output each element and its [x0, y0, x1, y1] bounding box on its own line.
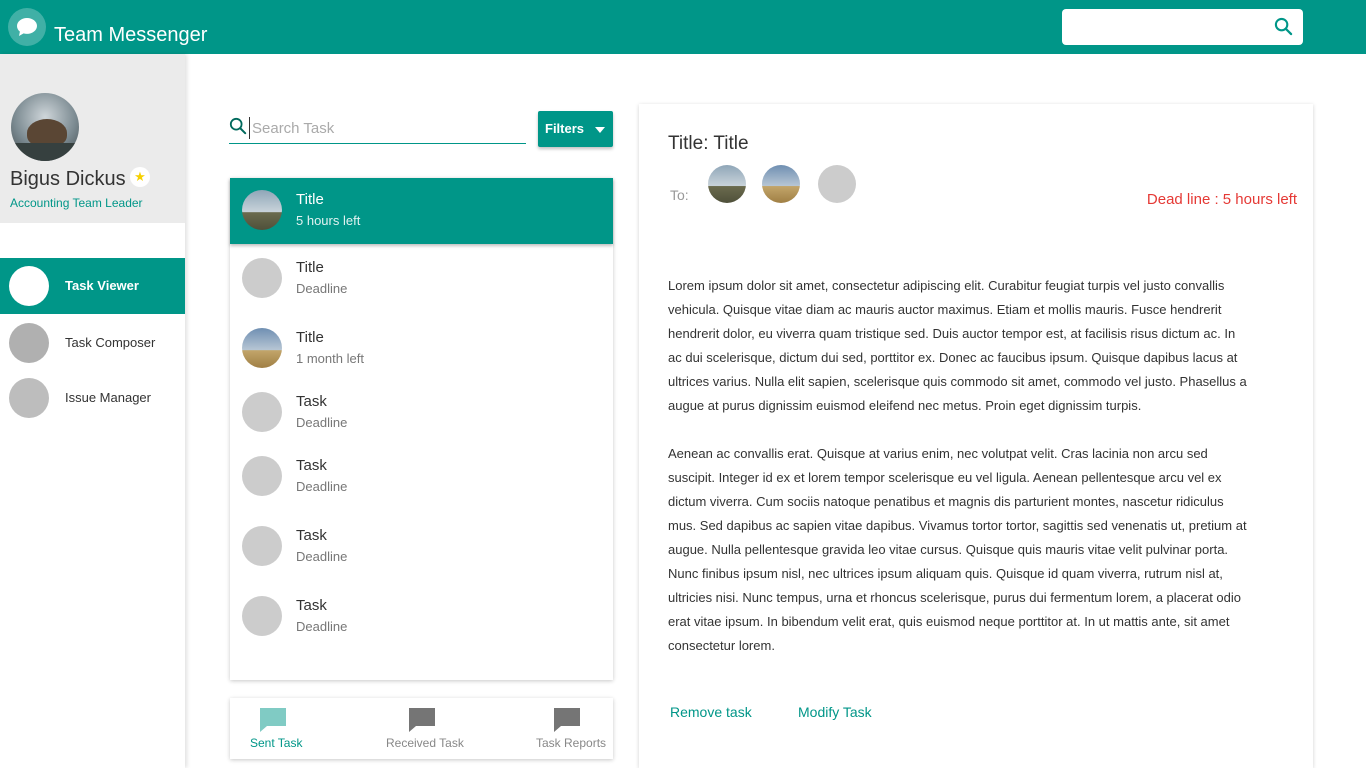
sidebar-item-label: Task Viewer: [65, 278, 139, 293]
tab-label: Received Task: [386, 736, 464, 750]
recipient-avatar[interactable]: [762, 165, 800, 203]
task-list-item[interactable]: Task Deadline: [230, 444, 613, 510]
task-subtitle: 1 month left: [296, 351, 364, 366]
task-title: Title: [296, 329, 324, 346]
task-title: Task: [296, 457, 327, 474]
task-detail-panel: Title: Title To: Dead line : 5 hours lef…: [639, 104, 1313, 768]
star-icon: ★: [130, 167, 150, 187]
avatar[interactable]: [11, 93, 79, 161]
user-role: Accounting Team Leader: [10, 196, 143, 210]
tab-label: Sent Task: [250, 736, 303, 750]
recipient-avatar[interactable]: [818, 165, 856, 203]
recipients-label: To:: [670, 187, 689, 203]
tab-sent-task[interactable]: Sent Task: [230, 698, 340, 759]
message-icon: [554, 708, 580, 732]
tab-task-reports[interactable]: Task Reports: [520, 698, 630, 759]
tab-received-task[interactable]: Received Task: [375, 698, 485, 759]
avatar: [242, 392, 282, 432]
sidebar-item-label: Task Composer: [65, 335, 156, 350]
task-list-item[interactable]: Task Deadline: [230, 584, 613, 650]
sidebar: Bigus Dickus ★ Accounting Team Leader Ta…: [0, 54, 185, 768]
avatar: [242, 456, 282, 496]
task-description-paragraph: Lorem ipsum dolor sit amet, consectetur …: [668, 278, 1247, 413]
avatar: [242, 596, 282, 636]
task-search: [229, 113, 526, 144]
task-title: Title: [296, 191, 324, 208]
avatar: [242, 258, 282, 298]
chat-bubble-icon[interactable]: [8, 8, 46, 46]
tab-label: Task Reports: [536, 736, 607, 750]
search-icon: [229, 117, 247, 135]
avatar: [242, 526, 282, 566]
task-subtitle: Deadline: [296, 549, 348, 564]
deadline-label: Dead line : 5 hours left: [1146, 191, 1297, 208]
task-title: Task: [296, 393, 327, 410]
nav-icon: [9, 266, 49, 306]
task-description: Lorem ipsum dolor sit amet, consectetur …: [668, 274, 1248, 658]
message-icon: [409, 708, 435, 732]
task-detail-title: Title: Title: [668, 133, 749, 154]
avatar: [242, 328, 282, 368]
task-subtitle: Deadline: [296, 281, 348, 296]
user-name: Bigus Dickus: [10, 168, 126, 190]
modify-task-button[interactable]: Modify Task: [798, 704, 872, 720]
task-description-paragraph: Aenean ac convallis erat. Quisque at var…: [668, 446, 1247, 653]
task-subtitle: Deadline: [296, 479, 348, 494]
filters-label: Filters: [545, 121, 585, 136]
task-list-item[interactable]: Task Deadline: [230, 514, 613, 580]
task-list-item[interactable]: Title Deadline: [230, 246, 613, 312]
app-title: Team Messenger: [54, 24, 208, 46]
task-search-input[interactable]: [249, 117, 519, 139]
filters-button[interactable]: Filters: [538, 111, 613, 147]
recipient-avatar[interactable]: [708, 165, 746, 203]
global-search-input[interactable]: [1062, 9, 1303, 45]
chevron-down-icon: [595, 127, 605, 133]
task-list-item[interactable]: Title 1 month left: [230, 316, 613, 382]
nav-icon: [9, 323, 49, 363]
sidebar-item-task-viewer[interactable]: Task Viewer: [0, 258, 185, 314]
task-subtitle: 5 hours left: [296, 213, 361, 228]
task-list-item[interactable]: Title 5 hours left: [230, 178, 613, 244]
profile-card: Bigus Dickus ★ Accounting Team Leader: [0, 54, 185, 223]
search-icon[interactable]: [1274, 17, 1293, 36]
message-icon: [260, 708, 286, 732]
top-bar: Team Messenger: [0, 0, 1366, 54]
task-tabs: Sent Task Received Task Task Reports: [230, 698, 613, 759]
avatar: [242, 190, 282, 230]
sidebar-item-issue-manager[interactable]: Issue Manager: [0, 370, 185, 426]
task-title: Task: [296, 597, 327, 614]
task-subtitle: Deadline: [296, 619, 348, 634]
remove-task-button[interactable]: Remove task: [670, 704, 752, 720]
sidebar-item-label: Issue Manager: [65, 390, 151, 405]
sidebar-item-task-composer[interactable]: Task Composer: [0, 315, 185, 371]
task-list-item[interactable]: Task Deadline: [230, 380, 613, 446]
task-list: Title 5 hours left Title Deadline Title …: [230, 178, 613, 680]
task-title: Task: [296, 527, 327, 544]
nav-icon: [9, 378, 49, 418]
task-title: Title: [296, 259, 324, 276]
task-subtitle: Deadline: [296, 415, 348, 430]
